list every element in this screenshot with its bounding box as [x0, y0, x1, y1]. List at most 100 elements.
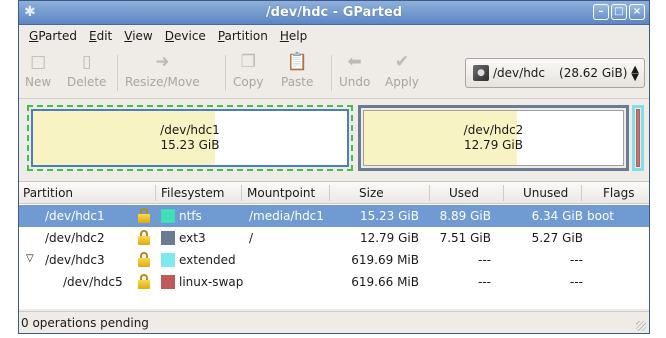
- cell-filesystem: ext3: [179, 231, 206, 245]
- menu-partition[interactable]: Partition: [212, 29, 274, 43]
- cell-size: 619.66 MiB: [351, 275, 419, 289]
- menu-device-label: evice: [174, 29, 206, 43]
- partition-table: Partition Filesystem Mountpoint Size Use…: [19, 181, 649, 309]
- device-size: (28.62 GiB): [559, 66, 628, 80]
- apply-button[interactable]: ✔ Apply: [385, 51, 419, 95]
- menu-edit-accel: E: [89, 29, 97, 43]
- resize-grip-icon[interactable]: [636, 321, 646, 331]
- column-separator: [155, 185, 156, 201]
- menu-partition-accel: P: [217, 29, 225, 43]
- cell-mountpoint: /: [249, 231, 254, 245]
- cell-flags: boot: [587, 209, 615, 223]
- delete-button-label: Delete: [67, 75, 107, 89]
- menu-view[interactable]: View: [118, 29, 158, 43]
- partition-block-hdc5[interactable]: [636, 109, 640, 167]
- column-separator: [581, 185, 582, 201]
- menu-gparted[interactable]: GParted: [23, 29, 83, 43]
- column-header-unused[interactable]: Unused: [523, 186, 568, 200]
- copy-button-label: Copy: [233, 75, 264, 89]
- cell-size: 15.23 GiB: [359, 209, 419, 223]
- paste-button[interactable]: 📋 Paste: [281, 51, 313, 95]
- delete-button[interactable]: ▯ Delete: [67, 51, 106, 95]
- menu-help[interactable]: Help: [274, 29, 313, 43]
- column-header-filesystem[interactable]: Filesystem: [161, 186, 224, 200]
- cell-used: 7.51 GiB: [439, 231, 491, 245]
- column-header-used[interactable]: Used: [449, 186, 479, 200]
- copy-icon: ❐: [240, 52, 256, 72]
- window-title: /dev/hdc - GParted: [265, 5, 403, 20]
- menu-view-label: iew: [132, 29, 153, 43]
- column-separator: [429, 185, 430, 201]
- partition-block-hdc3[interactable]: [632, 105, 644, 171]
- cell-used: ---: [478, 275, 491, 289]
- resize-move-button-label: Resize/Move: [125, 75, 200, 89]
- resize-move-button[interactable]: ➜ Resize/Move: [125, 51, 200, 95]
- table-row[interactable]: ▽ /dev/hdc3 extended 619.69 MiB --- ---: [19, 249, 649, 271]
- paste-icon: 📋: [286, 52, 308, 72]
- toolbar-separator: [331, 55, 332, 91]
- table-row[interactable]: /dev/hdc5 linux-swap 619.66 MiB --- ---: [19, 271, 649, 293]
- menu-help-label: elp: [288, 29, 308, 43]
- cell-filesystem: extended: [179, 253, 236, 267]
- menu-device-accel: D: [164, 29, 174, 43]
- cell-partition: /dev/hdc5: [63, 275, 123, 289]
- toolbar-separator: [225, 55, 226, 91]
- filesystem-color-swatch: [161, 275, 175, 289]
- cell-size: 619.69 MiB: [351, 253, 419, 267]
- table-header: Partition Filesystem Mountpoint Size Use…: [19, 182, 649, 204]
- cell-filesystem: ntfs: [179, 209, 202, 223]
- paste-button-label: Paste: [281, 75, 314, 89]
- column-header-partition[interactable]: Partition: [23, 186, 73, 200]
- partition-block-name: /dev/hdc2: [463, 123, 524, 137]
- lock-icon: [137, 230, 151, 245]
- device-name: /dev/hdc: [493, 66, 546, 80]
- title-bar[interactable]: ✱ /dev/hdc - GParted – □ ×: [19, 1, 649, 25]
- apply-button-label: Apply: [385, 75, 419, 89]
- lock-icon: [137, 274, 151, 289]
- new-button[interactable]: □ New: [25, 51, 51, 95]
- partition-block-name: /dev/hdc1: [160, 123, 220, 137]
- table-row[interactable]: /dev/hdc1 ntfs /media/hdc1 15.23 GiB 8.8…: [19, 205, 649, 227]
- cell-unused: 6.34 GiB: [531, 209, 583, 223]
- menu-device[interactable]: Device: [159, 29, 212, 43]
- column-header-flags[interactable]: Flags: [603, 186, 634, 200]
- undo-button[interactable]: ⬅ Undo: [339, 51, 370, 95]
- toolbar: □ New ▯ Delete ➜ Resize/Move ❐ Copy 📋 Pa…: [19, 47, 649, 99]
- cell-mountpoint: /media/hdc1: [249, 209, 324, 223]
- device-selector[interactable]: ● /dev/hdc (28.62 GiB) ▲ ▼: [465, 58, 645, 88]
- menu-help-accel: H: [279, 29, 289, 43]
- cell-partition: /dev/hdc3: [45, 253, 105, 267]
- column-header-size[interactable]: Size: [359, 186, 384, 200]
- column-header-mountpoint[interactable]: Mountpoint: [247, 186, 315, 200]
- updown-arrow-icon: ▲ ▼: [631, 64, 639, 83]
- lock-icon: [137, 252, 151, 267]
- copy-button[interactable]: ❐ Copy: [233, 51, 263, 95]
- close-icon[interactable]: ×: [629, 4, 645, 20]
- status-text: 0 operations pending: [21, 316, 149, 330]
- cell-partition: /dev/hdc2: [45, 231, 105, 245]
- cell-unused: ---: [570, 253, 583, 267]
- cell-used: 8.89 GiB: [439, 209, 491, 223]
- window-controls: – □ ×: [593, 4, 645, 20]
- table-row[interactable]: /dev/hdc2 ext3 / 12.79 GiB 7.51 GiB 5.27…: [19, 227, 649, 249]
- filesystem-color-swatch: [161, 209, 175, 223]
- lock-icon: [137, 208, 151, 223]
- cell-unused: 5.27 GiB: [531, 231, 583, 245]
- column-separator: [503, 185, 504, 201]
- minimize-icon[interactable]: –: [593, 4, 609, 20]
- new-button-label: New: [25, 75, 52, 89]
- menu-edit-label: dit: [96, 29, 113, 43]
- partition-block-size: 12.79 GiB: [463, 138, 524, 152]
- partition-map: /dev/hdc1 15.23 GiB /dev/hdc2 12.79 GiB: [19, 99, 649, 179]
- column-separator: [241, 185, 242, 201]
- partition-block-hdc2[interactable]: /dev/hdc2 12.79 GiB: [358, 105, 629, 171]
- menu-edit[interactable]: Edit: [83, 29, 118, 43]
- maximize-icon[interactable]: □: [611, 4, 627, 20]
- disk-icon: ●: [473, 65, 489, 81]
- column-separator: [329, 185, 330, 201]
- partition-block-hdc1[interactable]: /dev/hdc1 15.23 GiB: [27, 105, 353, 171]
- cell-filesystem: linux-swap: [179, 275, 244, 289]
- new-icon: □: [30, 52, 47, 72]
- menu-gparted-accel: G: [29, 29, 39, 43]
- collapse-triangle-icon[interactable]: ▽: [26, 253, 34, 264]
